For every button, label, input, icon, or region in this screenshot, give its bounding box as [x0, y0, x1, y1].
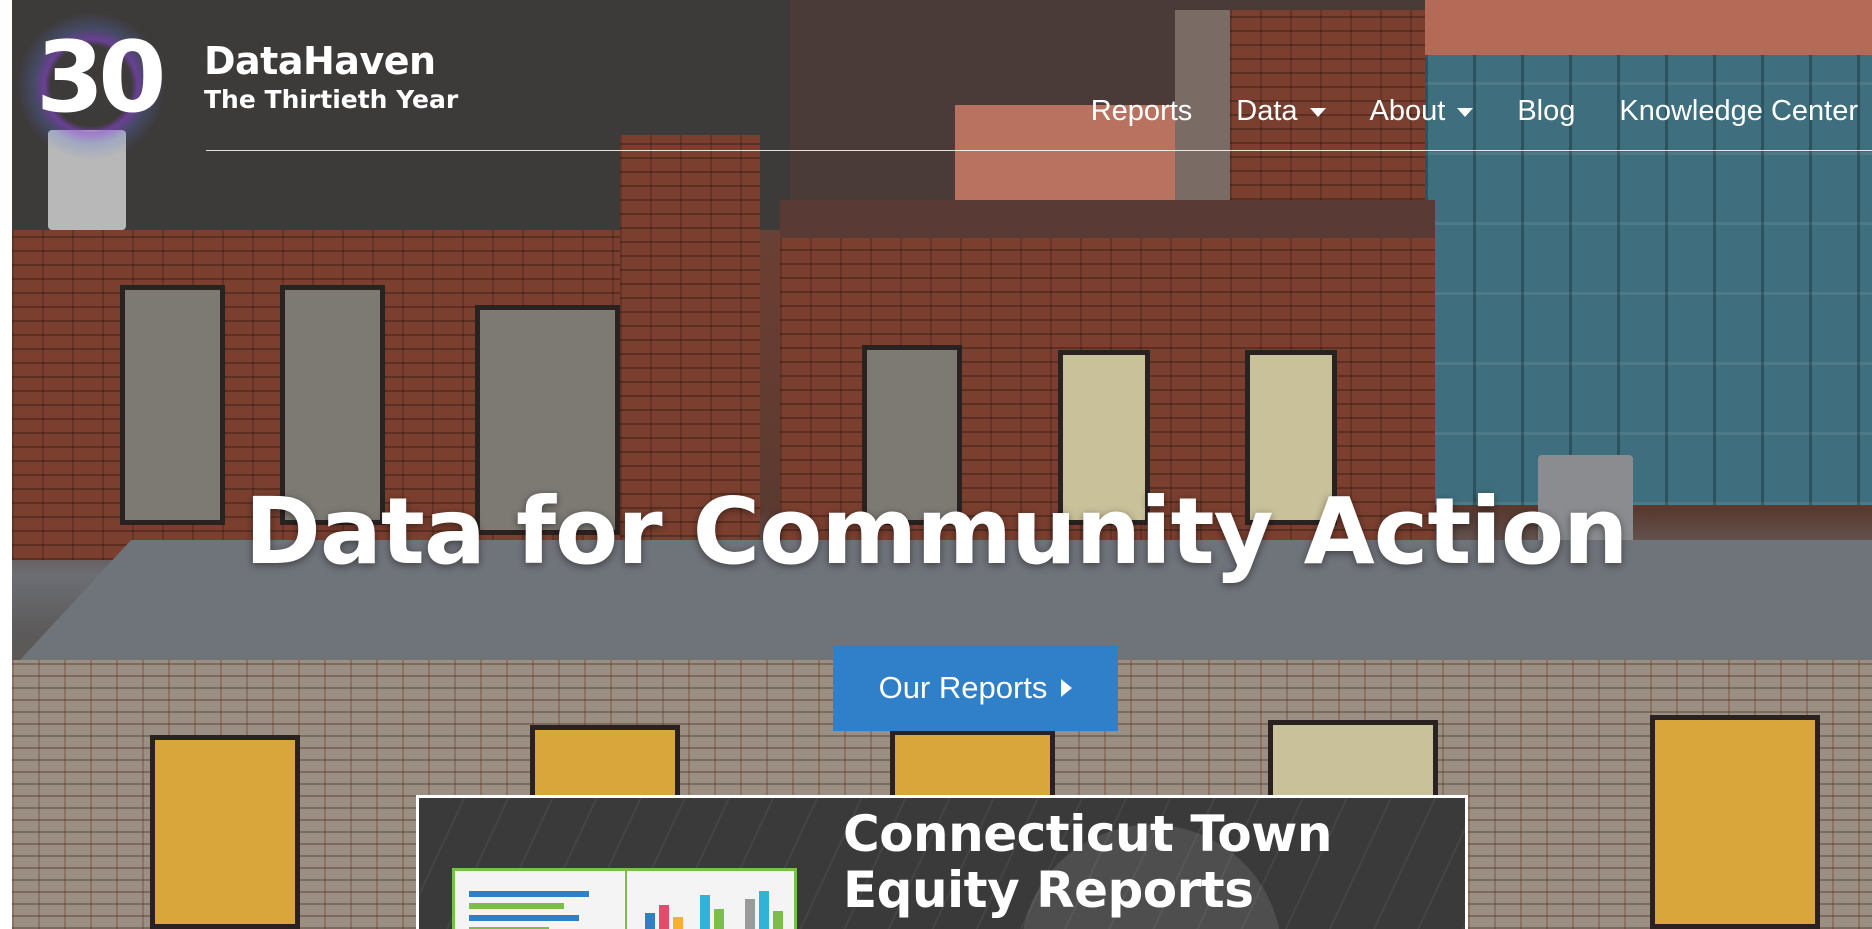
thumbnail-bar	[645, 913, 655, 929]
thumbnail-bar	[745, 899, 755, 929]
thumbnail-bar	[659, 905, 669, 929]
window	[1650, 715, 1820, 929]
nav-item-label: Knowledge Center	[1619, 94, 1858, 127]
caret-right-icon	[1061, 679, 1073, 697]
hero-background	[0, 0, 1872, 929]
nav-item-about[interactable]: About	[1370, 95, 1474, 128]
thumbnail-divider	[625, 871, 627, 929]
logo-mark: 30	[16, 11, 166, 161]
nav-item-label: Data	[1236, 94, 1298, 127]
header-divider	[206, 150, 1872, 151]
brand-name: DataHaven	[204, 39, 436, 83]
feature-card[interactable]: Connecticut Town Equity Reports	[416, 795, 1468, 929]
roof-ledge	[780, 200, 1435, 238]
nav-item-blog[interactable]: Blog	[1517, 95, 1575, 128]
thumbnail-bar	[700, 895, 710, 929]
thumbnail-bar	[759, 891, 769, 929]
feature-title: Connecticut Town Equity Reports	[843, 805, 1332, 919]
hero-headline: Data for Community Action	[244, 478, 1628, 585]
caret-down-icon	[1309, 107, 1326, 117]
cta-label: Our Reports	[878, 670, 1048, 705]
our-reports-button[interactable]: Our Reports	[833, 645, 1118, 731]
thumbnail-bar	[773, 911, 783, 929]
window	[150, 735, 300, 929]
thumbnail-bar	[469, 915, 579, 921]
thumbnail-bar	[673, 917, 683, 929]
nav-item-label: Reports	[1090, 94, 1193, 127]
site-logo[interactable]: 30 DataHaven The Thirtieth Year	[16, 11, 458, 161]
logo-number: 30	[36, 21, 166, 135]
nav-item-label: Blog	[1517, 94, 1576, 127]
thumbnail-bar	[714, 909, 724, 929]
brand-tagline: The Thirtieth Year	[204, 85, 459, 114]
thumbnail-bar	[469, 891, 589, 897]
thumbnail-bar	[469, 903, 564, 909]
nav-item-label: About	[1369, 94, 1446, 127]
page-edge	[0, 0, 12, 929]
report-thumbnail	[452, 868, 797, 929]
main-nav: Reports Data About Blog Knowledge Center	[1047, 86, 1858, 136]
caret-down-icon	[1457, 107, 1474, 117]
nav-item-data[interactable]: Data	[1236, 94, 1326, 128]
nav-item-reports[interactable]: Reports	[1091, 95, 1193, 128]
nav-item-knowledge-center[interactable]: Knowledge Center	[1619, 95, 1858, 128]
